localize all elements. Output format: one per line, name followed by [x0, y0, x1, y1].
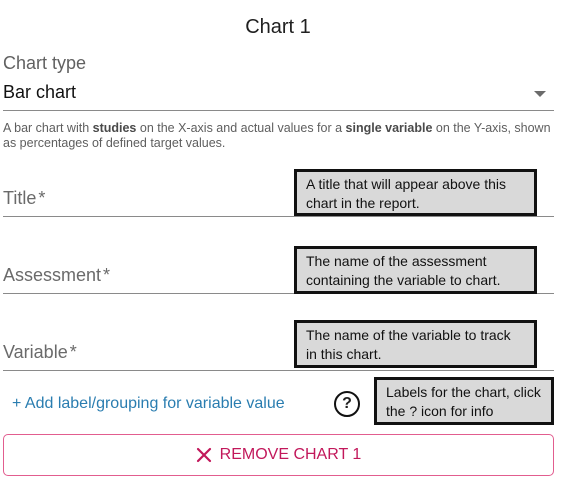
variable-field-label: Variable — [3, 342, 68, 362]
title-field-label: Title — [3, 188, 37, 208]
title-underline — [3, 216, 554, 217]
title-field[interactable]: Title * — [3, 188, 45, 209]
grouping-tooltip: Labels for the chart, click the ? icon f… — [374, 377, 554, 425]
assessment-tooltip: The name of the assessment containing th… — [294, 246, 537, 294]
chart-type-helper-text: A bar chart with studies on the X-axis a… — [3, 121, 551, 150]
dropdown-arrow-icon[interactable] — [534, 91, 546, 97]
required-asterisk: * — [103, 265, 111, 285]
variable-field[interactable]: Variable * — [3, 342, 77, 363]
chart-type-select[interactable]: Bar chart — [3, 82, 533, 103]
close-icon — [196, 447, 211, 463]
chart-heading: Chart 1 — [245, 16, 311, 38]
help-icon[interactable]: ? — [334, 391, 360, 417]
variable-underline — [3, 370, 554, 371]
title-tooltip: A title that will appear above this char… — [294, 169, 537, 216]
remove-chart-button[interactable]: REMOVE CHART 1 — [3, 434, 554, 476]
assessment-field-label: Assessment — [3, 265, 102, 285]
chart-type-label: Chart type — [3, 53, 87, 73]
add-label-grouping-link[interactable]: + Add label/grouping for variable value — [12, 395, 285, 413]
required-asterisk: * — [38, 188, 46, 208]
assessment-field[interactable]: Assessment * — [3, 265, 110, 286]
remove-chart-label: REMOVE CHART 1 — [219, 446, 362, 463]
variable-tooltip: The name of the variable to track in thi… — [294, 320, 537, 368]
required-asterisk: * — [69, 342, 77, 362]
chart-type-underline — [3, 110, 554, 111]
